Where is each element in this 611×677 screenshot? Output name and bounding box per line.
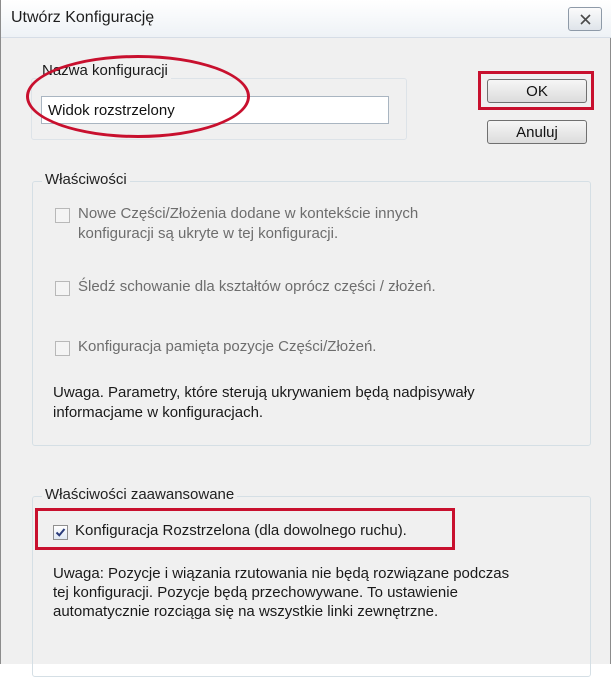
advanced-note-line2: tej konfiguracji. Pozycje będą przechowy… bbox=[53, 584, 458, 601]
hide-new-parts-checkbox[interactable] bbox=[55, 208, 70, 223]
advanced-properties-legend: Właściwości zaawansowane bbox=[42, 486, 238, 503]
dialog-body: Nazwa konfiguracji OK Anuluj Właściwości… bbox=[11, 38, 602, 677]
config-name-highlight-ellipse bbox=[26, 55, 250, 138]
create-configuration-dialog: Utwórz Konfigurację Nazwa konfiguracji O… bbox=[0, 0, 611, 677]
close-button[interactable] bbox=[568, 7, 602, 31]
advanced-note-line3: automatycznie rozciąga się na wszystkie … bbox=[53, 603, 439, 620]
hide-new-parts-label-line2: konfiguracji są ukryte w tej konfiguracj… bbox=[78, 225, 339, 242]
remember-positions-checkbox[interactable] bbox=[55, 341, 70, 356]
advanced-note-line1: Uwaga: Pozycje i wiązania rzutowania nie… bbox=[53, 565, 510, 582]
close-icon bbox=[580, 14, 591, 25]
window-title: Utwórz Konfigurację bbox=[11, 9, 155, 26]
properties-legend: Właściwości bbox=[42, 171, 130, 188]
track-hidden-shapes-label: Śledź schowanie dla kształtów oprócz czę… bbox=[78, 278, 436, 295]
properties-note-line1: Uwaga. Parametry, które sterują ukrywani… bbox=[53, 384, 475, 401]
ok-button-highlight bbox=[478, 71, 594, 110]
title-bar[interactable]: Utwórz Konfigurację bbox=[1, 0, 611, 38]
hide-new-parts-label-line1: Nowe Części/Złożenia dodane w kontekście… bbox=[78, 205, 419, 222]
cancel-button[interactable]: Anuluj bbox=[487, 120, 587, 144]
remember-positions-label: Konfiguracja pamięta pozycje Części/Złoż… bbox=[78, 338, 377, 355]
exploded-config-highlight bbox=[35, 508, 455, 550]
properties-note-line2: informacjame w konfiguracjach. bbox=[53, 404, 264, 421]
track-hidden-shapes-checkbox[interactable] bbox=[55, 281, 70, 296]
